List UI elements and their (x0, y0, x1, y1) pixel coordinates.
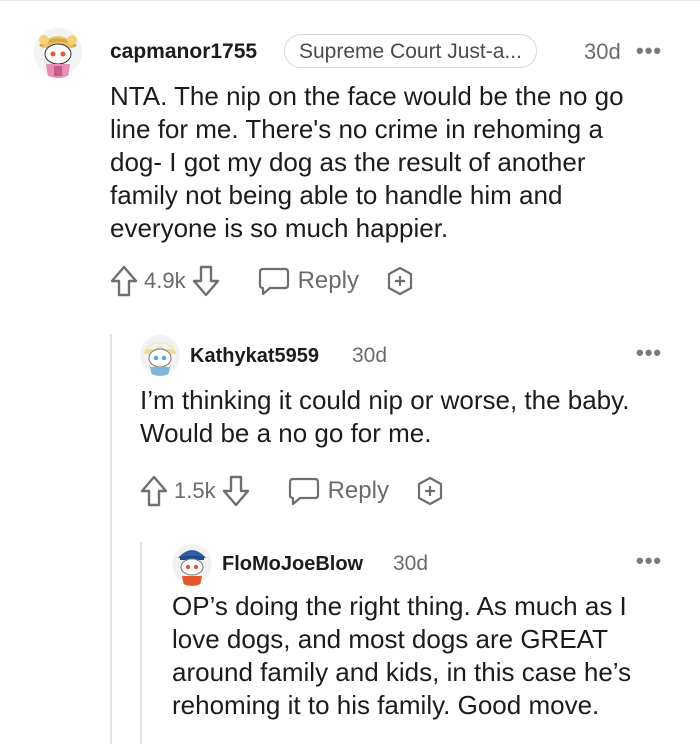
reply-button[interactable]: Reply (258, 266, 359, 296)
timestamp: 30d (584, 39, 621, 64)
timestamp: 30d (393, 552, 429, 575)
comment-text-line: I’m thinking it could nip or worse, the … (140, 385, 630, 415)
avatar[interactable] (172, 542, 212, 586)
comment-text-line: OP’s doing the right thing. As much as I (172, 591, 627, 621)
top-divider (0, 0, 700, 1)
downvote-icon[interactable] (222, 474, 250, 508)
downvote-icon[interactable] (192, 264, 220, 298)
comment-body: I’m thinking it could nip or worse, the … (140, 384, 680, 450)
award-icon[interactable] (385, 266, 415, 296)
comment-actions: 1.5k Reply (140, 474, 445, 508)
more-options-icon[interactable]: ••• (636, 340, 662, 366)
comment-text-line: family not being able to handle him and (110, 180, 563, 210)
avatar[interactable] (140, 334, 180, 376)
thread-line-level-1[interactable] (110, 334, 112, 744)
comment-text-line: love dogs, and most dogs are GREAT (172, 624, 608, 654)
comment-text-line: around family and kids, in this case he’… (172, 657, 632, 687)
comment-text-line: everyone is so much happier. (110, 213, 449, 243)
comment-text-line: Would be a no go for me. (140, 418, 432, 448)
avatar[interactable] (34, 26, 82, 78)
chat-bubble-icon (288, 476, 320, 506)
reply-label: Reply (327, 477, 389, 504)
upvote-icon[interactable] (110, 264, 138, 298)
comment-body: OP’s doing the right thing. As much as I… (172, 590, 682, 722)
upvote-icon[interactable] (140, 474, 168, 508)
comment-text-line: dog- I got my dog as the result of anoth… (110, 147, 586, 177)
timestamp: 30d (352, 344, 388, 367)
award-icon[interactable] (415, 476, 445, 506)
reply-button[interactable]: Reply (288, 476, 389, 506)
username[interactable]: capmanor1755 (110, 40, 257, 64)
more-options-icon[interactable]: ••• (636, 548, 662, 574)
comment-text-line: NTA. The nip on the face would be the no… (110, 81, 624, 111)
more-options-icon[interactable]: ••• (636, 38, 662, 64)
comment-body: NTA. The nip on the face would be the no… (110, 80, 670, 245)
username[interactable]: Kathykat5959 (190, 345, 319, 368)
comment-text-line: line for me. There's no crime in rehomin… (110, 114, 603, 144)
comment-actions: 4.9k Reply (110, 264, 415, 298)
chat-bubble-icon (258, 266, 290, 296)
username[interactable]: FloMoJoeBlow (222, 553, 363, 576)
user-flair: Supreme Court Just-a... (284, 34, 537, 68)
reply-label: Reply (297, 267, 359, 294)
thread-line-level-2[interactable] (140, 542, 142, 744)
vote-count: 1.5k (174, 478, 216, 503)
vote-count: 4.9k (144, 268, 186, 293)
comment-text-line: rehoming it to his family. Good move. (172, 690, 600, 720)
